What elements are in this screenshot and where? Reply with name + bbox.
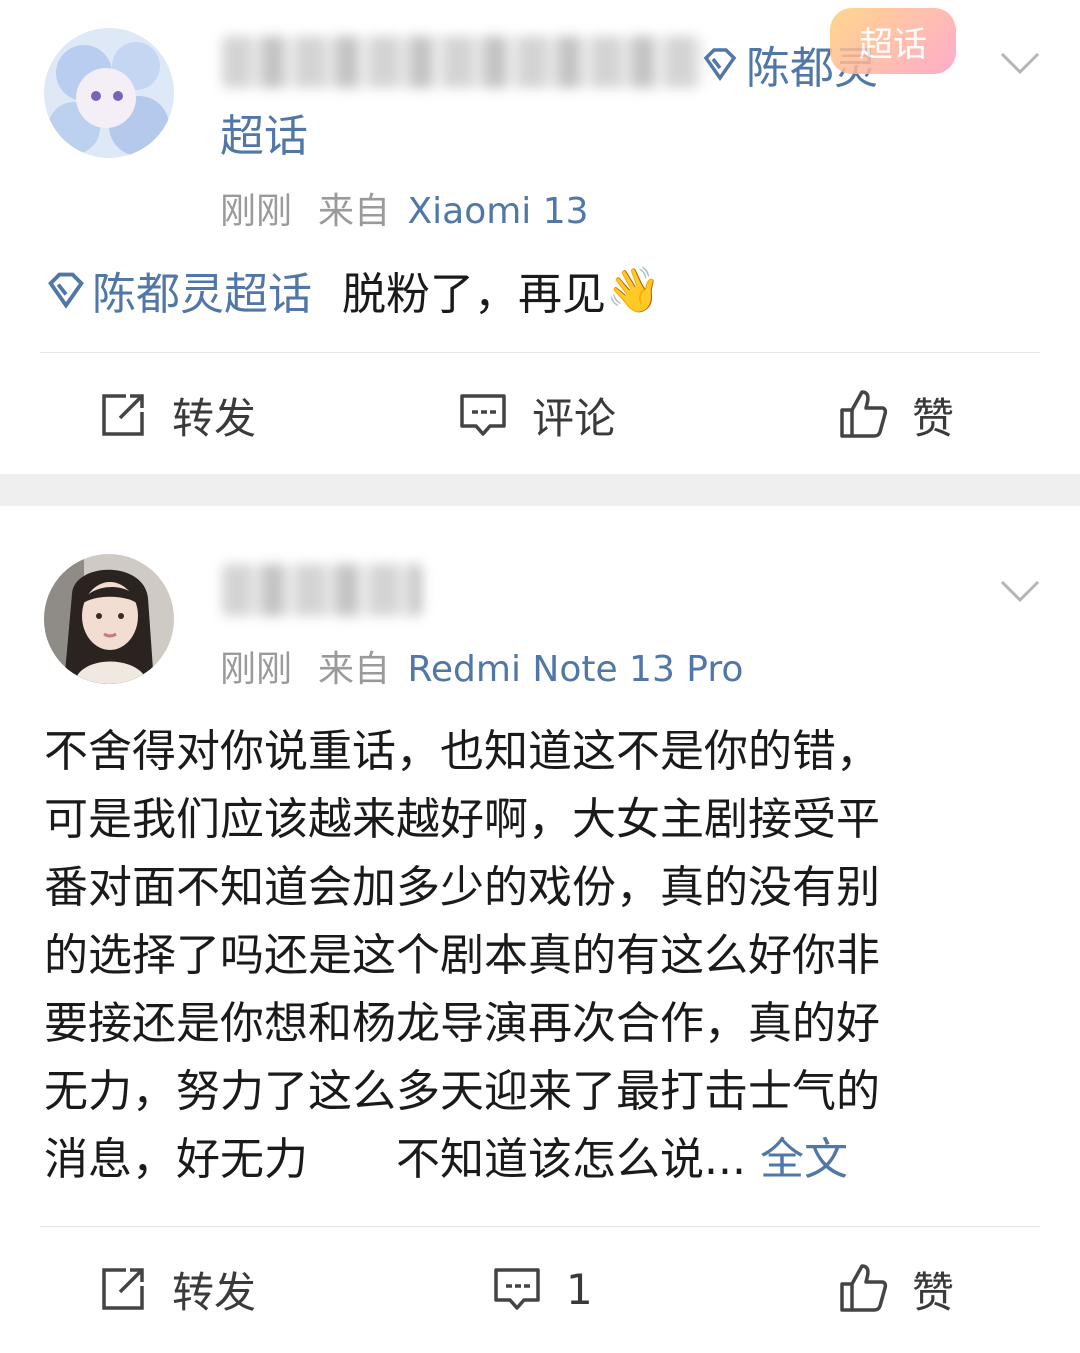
avatar[interactable]	[44, 28, 174, 158]
device-name[interactable]: Redmi Note 13 Pro	[407, 649, 743, 690]
repost-icon	[102, 1268, 144, 1310]
like-button[interactable]: 赞	[836, 370, 954, 460]
repost-button[interactable]: 转发	[96, 370, 256, 460]
post-line: 的选择了吗还是这个剧本真的有这么好你非	[44, 930, 880, 981]
waving-hand-emoji: 👋	[606, 265, 661, 316]
post-text: 陈都灵超话 脱粉了，再见 👋	[44, 258, 661, 322]
thumbs-up-icon	[840, 1264, 888, 1312]
post-line-last: 消息，好无力 不知道该怎么说... 全文	[44, 1126, 1034, 1194]
post-text: 不舍得对你说重话，也知道这不是你的错， 可是我们应该越来越好啊，大女主剧接受平 …	[44, 718, 1034, 1194]
repost-button[interactable]: 转发	[96, 1244, 256, 1334]
post-line: 无力，努力了这么多天迎来了最打击士气的	[44, 1066, 880, 1117]
full-text-link[interactable]: 全文	[760, 1134, 848, 1185]
diamond-topic-icon	[703, 48, 737, 82]
post-line: 不舍得对你说重话，也知道这不是你的错，	[44, 726, 880, 777]
topic-tag-label: 陈都灵超话	[92, 269, 312, 320]
post-line: 消息，好无力 不知道该怎么说...	[44, 1134, 746, 1185]
repost-label: 转发	[172, 393, 257, 443]
source-prefix: 来自	[318, 649, 391, 690]
avatar[interactable]	[44, 554, 174, 684]
source-prefix: 来自	[318, 191, 391, 232]
action-bar: 转发 1 赞	[0, 1244, 1080, 1334]
chevron-down-icon[interactable]	[996, 38, 1044, 86]
blurred-username[interactable]	[222, 564, 422, 616]
like-label: 赞	[912, 1267, 955, 1317]
post-time: 刚刚	[220, 191, 293, 232]
comment-button[interactable]: 1	[490, 1244, 593, 1334]
repost-icon	[102, 394, 144, 436]
divider	[40, 352, 1040, 353]
super-topic-badge: 超话	[830, 8, 956, 74]
card-separator	[0, 474, 1080, 506]
post-meta: 刚刚 来自 Xiaomi 13	[220, 182, 589, 234]
comment-icon	[494, 1268, 540, 1310]
repost-label: 转发	[172, 1267, 257, 1317]
topic-tag[interactable]: 陈都灵超话	[44, 258, 312, 322]
post-body: 脱粉了，再见	[342, 269, 606, 320]
post-card: 陈都灵 超话 超话 刚刚 来自 Xiaomi 13 陈都灵超话 脱粉了，再见 👋 …	[0, 0, 1080, 474]
post-line: 要接还是你想和杨龙导演再次合作，真的好	[44, 998, 880, 1049]
post-line: 番对面不知道会加多少的戏份，真的没有别	[44, 862, 880, 913]
comment-button[interactable]: 评论	[456, 370, 616, 460]
post-time: 刚刚	[220, 649, 293, 690]
post-card: 刚刚 来自 Redmi Note 13 Pro 不舍得对你说重话，也知道这不是你的…	[0, 506, 1080, 1353]
device-name[interactable]: Xiaomi 13	[407, 191, 588, 232]
comment-label: 评论	[532, 393, 617, 443]
like-label: 赞	[912, 393, 955, 443]
chevron-down-icon[interactable]	[996, 566, 1044, 614]
post-line: 可是我们应该越来越好啊，大女主剧接受平	[44, 794, 880, 845]
diamond-topic-icon	[48, 272, 84, 309]
thumbs-up-icon	[840, 390, 888, 438]
comment-icon	[460, 394, 506, 436]
blurred-username[interactable]	[222, 36, 702, 88]
like-button[interactable]: 赞	[836, 1244, 954, 1334]
topic-suffix[interactable]: 超话	[220, 100, 308, 164]
comment-count: 1	[566, 1264, 593, 1314]
divider	[40, 1226, 1040, 1227]
post-meta: 刚刚 来自 Redmi Note 13 Pro	[220, 640, 743, 692]
action-bar: 转发 评论 赞	[0, 370, 1080, 460]
